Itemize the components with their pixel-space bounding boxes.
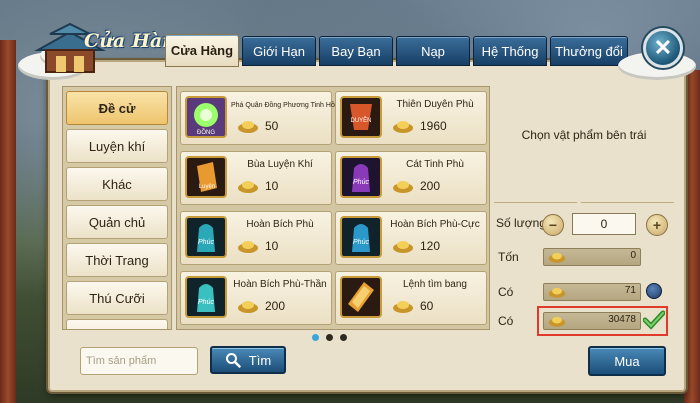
cost-label: Tốn xyxy=(498,250,519,264)
item-tag: Phúc xyxy=(353,179,369,186)
tab-exchange[interactable]: Thưởng đổi xyxy=(550,36,628,66)
background-pillar xyxy=(684,70,700,403)
owned-gold-label: Có xyxy=(498,314,514,328)
tab-friends[interactable]: Bay Bạn xyxy=(319,36,393,66)
gold-ingot-icon xyxy=(238,301,258,313)
item-price: 50 xyxy=(265,119,279,133)
sidebar-item-recommended[interactable]: Đề cử xyxy=(66,91,168,125)
search-button[interactable]: Tìm xyxy=(210,346,286,374)
gold-ingot-icon xyxy=(238,241,258,253)
gold-token-icon xyxy=(340,276,382,318)
gold-ingot-icon xyxy=(238,121,258,133)
background-pillar xyxy=(0,40,16,403)
item-tag: Phúc xyxy=(198,299,214,306)
page-dot[interactable] xyxy=(340,334,347,341)
item-card[interactable]: DUYÊN Thiên Duyên Phù 1960 xyxy=(335,91,487,145)
sidebar-item-refining[interactable]: Luyện khí xyxy=(66,129,168,163)
item-price: 120 xyxy=(420,239,441,253)
quantity-label: Số lượng xyxy=(496,216,546,230)
search-button-label: Tìm xyxy=(248,352,272,368)
teal-talisman-icon: Phúc xyxy=(185,276,227,318)
item-price: 10 xyxy=(265,179,279,193)
item-card[interactable]: Luyện Bùa Luyện Khí 10 xyxy=(180,151,332,205)
item-name: Thiên Duyên Phù xyxy=(396,99,474,110)
item-tag: Luyện xyxy=(199,184,215,190)
orange-scroll-icon: Luyện xyxy=(185,156,227,198)
tab-shop[interactable]: Cửa Hàng xyxy=(165,34,239,67)
teal-talisman-icon: Phúc xyxy=(340,216,382,258)
gold-ingot-icon xyxy=(393,301,413,313)
item-tag: DUYÊN xyxy=(350,116,371,124)
item-tag: Phúc xyxy=(198,239,214,246)
sidebar-item-fashion[interactable]: Thời Trang xyxy=(66,243,168,277)
selection-highlight xyxy=(537,306,668,336)
item-card[interactable]: Phúc Hoàn Bích Phù-Cực 120 xyxy=(335,211,487,265)
gold-ingot-icon xyxy=(393,241,413,253)
gold-ingot-icon xyxy=(393,181,413,193)
red-talisman-icon: DUYÊN xyxy=(340,96,382,138)
gold-ingot-icon xyxy=(548,287,566,298)
category-sidebar: Đề cử Luyện khí Khác Quản chủ Thời Trang… xyxy=(62,86,172,330)
item-card[interactable]: Lệnh tìm bang 60 xyxy=(335,271,487,325)
buy-button[interactable]: Mua xyxy=(588,346,666,376)
teal-talisman-icon: Phúc xyxy=(185,216,227,258)
owned-bound-label: Có xyxy=(498,285,514,299)
unselected-radio-icon[interactable] xyxy=(646,283,662,299)
quantity-field[interactable]: 0 xyxy=(572,213,636,235)
purple-talisman-icon: Phúc xyxy=(340,156,382,198)
owned-bound-field: 71 xyxy=(543,283,641,301)
item-name: Hoàn Bích Phù xyxy=(246,219,314,230)
item-name: Bùa Luyện Khí xyxy=(247,159,313,170)
cost-value: 0 xyxy=(630,250,636,261)
item-name: Hoàn Bích Phù-Thần xyxy=(233,279,327,290)
sidebar-item-other[interactable]: Khác xyxy=(66,167,168,201)
green-orb-icon: ĐỒNG xyxy=(185,96,227,138)
item-tag: Phúc xyxy=(353,239,369,246)
page-dot[interactable] xyxy=(312,334,319,341)
sidebar-item-guild[interactable]: Quản chủ xyxy=(66,205,168,239)
item-price: 60 xyxy=(420,299,434,313)
item-tag: ĐỒNG xyxy=(197,129,215,136)
owned-bound-value: 71 xyxy=(624,285,636,296)
item-name: Lệnh tìm bang xyxy=(403,279,467,290)
chevron-down-icon xyxy=(573,199,585,204)
item-price: 1960 xyxy=(420,119,447,133)
tab-system[interactable]: Hệ Thống xyxy=(473,36,547,66)
cost-field: 0 xyxy=(543,248,641,266)
pagination-dots xyxy=(312,334,347,341)
sidebar-item-partial[interactable] xyxy=(66,319,168,329)
close-button[interactable]: ✕ xyxy=(643,28,683,68)
item-name: Cát Tinh Phù xyxy=(406,159,464,170)
item-card[interactable]: Phúc Hoàn Bích Phù-Thần 200 xyxy=(180,271,332,325)
search-icon xyxy=(225,353,241,368)
tab-bar: Cửa Hàng Giới Hạn Bay Bạn Nạp Hệ Thống T… xyxy=(165,34,628,67)
search-input[interactable] xyxy=(80,347,198,375)
gold-ingot-icon xyxy=(548,252,566,263)
item-card[interactable]: Phúc Hoàn Bích Phù 10 xyxy=(180,211,332,265)
plus-button[interactable]: + xyxy=(646,214,668,236)
item-name: Hoàn Bích Phù-Cực xyxy=(390,219,480,230)
item-grid: ĐỒNG Phá Quân Đồng Phương Tinh Hồn 50 DU… xyxy=(176,86,490,330)
item-card[interactable]: ĐỒNG Phá Quân Đồng Phương Tinh Hồn 50 xyxy=(180,91,339,145)
tab-recharge[interactable]: Nạp xyxy=(396,36,470,66)
gold-ingot-icon xyxy=(393,121,413,133)
close-x-icon: ✕ xyxy=(653,35,673,60)
item-price: 200 xyxy=(420,179,441,193)
sidebar-item-mounts[interactable]: Thú Cưỡi xyxy=(66,281,168,315)
item-name: Phá Quân Đồng Phương Tinh Hồn xyxy=(231,102,339,109)
select-item-hint: Chọn vật phẩm bên trái xyxy=(521,128,647,142)
item-price: 200 xyxy=(265,299,286,313)
tab-limited[interactable]: Giới Hạn xyxy=(242,36,316,66)
minus-button[interactable]: − xyxy=(542,214,564,236)
page-dot[interactable] xyxy=(326,334,333,341)
item-price: 10 xyxy=(265,239,279,253)
item-card[interactable]: Phúc Cát Tinh Phù 200 xyxy=(335,151,487,205)
gold-ingot-icon xyxy=(238,181,258,193)
